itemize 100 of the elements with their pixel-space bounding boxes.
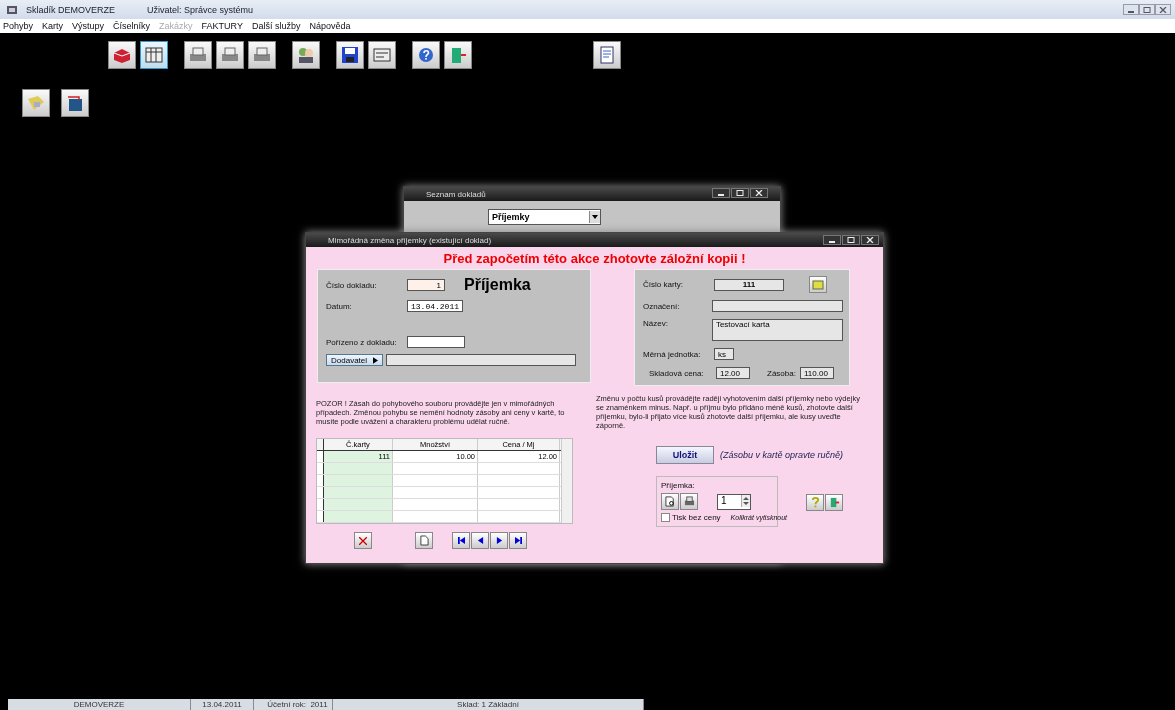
close-icon [755,190,763,196]
dropdown-arrow-icon [592,215,598,219]
unit-field[interactable]: ks [714,348,734,360]
field-label: Skladová cena: [648,368,705,378]
table-icon [144,45,164,65]
help-button[interactable] [806,494,824,511]
left-arrow-icon [476,537,484,544]
status-field: 13.04.2011 [191,699,254,710]
document-icon [597,45,617,65]
window-title: Seznam dokladů [426,189,486,199]
toolbar-button[interactable] [61,89,89,117]
document-type-dropdown[interactable]: Příjemky [488,209,601,225]
blank-page-icon [419,535,429,546]
maximize-button[interactable] [731,188,749,198]
table-cell [324,463,393,474]
menu-item[interactable]: Karty [42,21,64,31]
close-button[interactable] [1155,4,1171,15]
minimize-button[interactable] [823,235,841,245]
last-icon [514,537,522,544]
close-icon [359,536,367,545]
right-arrow-icon [495,537,503,544]
toolbar-button[interactable] [336,41,364,69]
supplier-button[interactable]: Dodavatel [326,354,384,366]
people-icon [296,45,316,65]
question-mark-icon [811,497,819,508]
close-button[interactable] [861,235,879,245]
exit-button[interactable] [825,494,843,511]
app-icon [6,4,18,15]
minimize-button[interactable] [712,188,730,198]
group-label: Příjemka: [661,481,696,490]
first-record-button[interactable] [452,532,470,549]
menu-item[interactable]: Další služby [251,21,301,31]
checkbox-label: Tisk bez ceny [672,513,721,522]
previous-record-button[interactable] [471,532,489,549]
status-field: Účetní rok: [254,699,306,710]
maximize-button[interactable] [1139,4,1155,15]
printer-icon [683,496,695,507]
menu-item[interactable]: Výstupy [72,21,105,31]
supplier-field[interactable] [386,354,577,366]
archive-icon [65,93,85,113]
name-field[interactable]: Testovací karta [711,319,843,341]
table-cell [324,487,393,498]
copies-spinner[interactable]: 1 [717,493,751,510]
maximize-button[interactable] [842,235,860,245]
spinner-arrows-icon [741,494,750,507]
close-icon [866,237,874,243]
designation-field[interactable] [711,300,843,312]
first-icon [457,537,465,544]
menu-item[interactable]: FAKTURY [201,21,243,31]
menu-item[interactable]: Číselníky [113,21,151,31]
field-label: Číslo karty: [643,280,684,289]
save-note: (Zásobu v kartě opravte ručně) [720,450,844,460]
toolbar-button[interactable] [292,41,320,69]
table-cell [324,499,393,510]
stock-field[interactable]: 110.00 [800,367,834,379]
window-title: Mimořádná změna příjemky (existující doklad) [328,235,492,245]
status-field: DEMOVERZE [8,699,191,710]
close-icon [1159,6,1167,13]
price-field[interactable]: 12.00 [716,367,750,379]
exit-door-icon [828,497,840,508]
close-button[interactable] [750,188,768,198]
delete-button[interactable] [354,532,372,549]
last-record-button[interactable] [509,532,527,549]
print-button[interactable] [680,493,698,510]
save-button[interactable]: Uložit [656,446,714,464]
form-icon [372,45,392,65]
menu-item[interactable]: Pohyby [3,21,34,31]
maximize-icon [1143,6,1151,13]
maximize-icon [736,190,744,196]
warning-heading: Před započetím této akce zhotovte záložní kopii ! [442,251,747,268]
card-lookup-button[interactable] [809,276,827,293]
document-number-field[interactable]: 1 [407,279,445,291]
status-field: Sklad: 1 Základní [333,699,644,710]
checkbox[interactable] [661,513,670,522]
app-title: Skladík DEMOVERZE [26,4,116,15]
card-number-field[interactable]: 111 [714,278,784,291]
field-label: Pořízeno z dokladu: [326,337,398,347]
minimize-button[interactable] [1123,4,1139,15]
folder-icon [812,279,824,290]
user-label: Uživatel: Správce systému [147,4,254,15]
field-label: Zásoba: [767,368,797,378]
help-icon [416,45,436,65]
magnifier-page-icon [664,496,676,507]
field-label: Datum: [326,301,353,311]
field-label: Měrná jednotka: [643,349,702,359]
preview-button[interactable] [661,493,679,510]
scrollbar[interactable] [561,439,572,523]
table-cell [324,511,393,522]
save-icon [340,45,360,65]
play-icon [373,356,379,364]
folder-icon [26,93,46,113]
table-cell [324,475,393,486]
status-field: 2011 [306,699,333,710]
field-label: Označení: [643,301,681,311]
source-document-field[interactable] [407,336,465,348]
date-field[interactable]: 13.04.2011 [407,300,463,312]
next-record-button[interactable] [490,532,508,549]
maximize-icon [847,237,855,243]
new-button[interactable] [415,532,433,549]
menu-item[interactable]: Nápověda [309,21,351,31]
